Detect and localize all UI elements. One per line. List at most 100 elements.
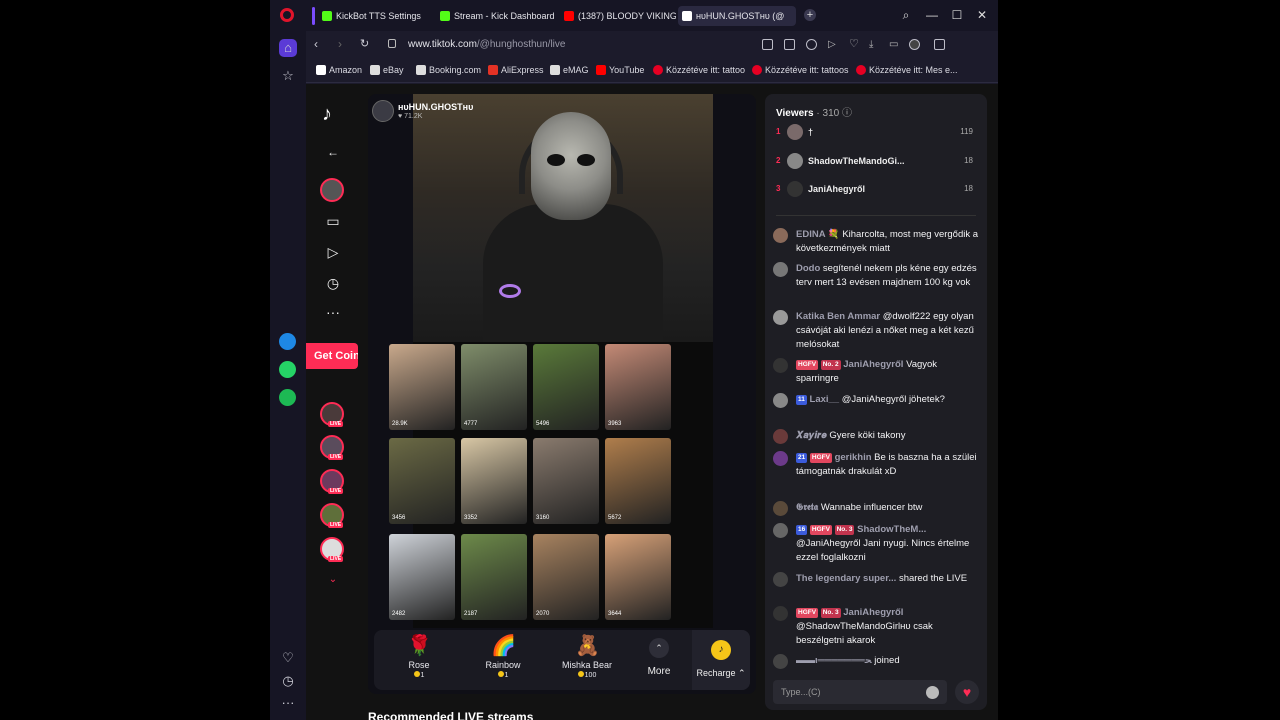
chat-username[interactable]: ▬▬ι═══════ﺤ bbox=[796, 655, 872, 666]
more-icon[interactable]: ··· bbox=[279, 694, 297, 712]
home-icon[interactable]: ⌂ bbox=[279, 39, 297, 57]
avatar[interactable] bbox=[773, 393, 788, 408]
chat-username[interactable]: Dodo bbox=[796, 263, 820, 274]
download-icon[interactable]: ⤓ bbox=[869, 39, 880, 50]
snapshot-icon[interactable]: ▭ bbox=[889, 39, 900, 50]
avatar[interactable] bbox=[773, 606, 788, 621]
recharge-button[interactable]: ♪ Recharge ⌃ bbox=[692, 630, 750, 690]
shield-icon[interactable] bbox=[806, 39, 817, 50]
video-thumbnail[interactable]: 5672 bbox=[605, 438, 671, 524]
chat-username[interactable]: JaniAhegyről bbox=[843, 359, 903, 370]
chat-username[interactable]: The legendary super... bbox=[796, 573, 896, 584]
search-tabs-icon[interactable]: ⌕ bbox=[899, 8, 913, 23]
star-icon[interactable]: ☆ bbox=[279, 67, 297, 85]
streamer-name[interactable]: ʜᴜHUN.GHOSTʜᴜ bbox=[398, 102, 473, 112]
minimize-button[interactable]: — bbox=[925, 8, 939, 22]
video-thumbnail[interactable]: 4777 bbox=[461, 344, 527, 430]
live-play-icon[interactable]: ▷ bbox=[322, 242, 344, 262]
bookmark-emag[interactable]: eMAG bbox=[550, 65, 589, 75]
live-channel-avatar[interactable]: LIVE bbox=[320, 537, 344, 562]
avatar[interactable] bbox=[773, 310, 788, 325]
bookmark-pinterest-2[interactable]: Közzétéve itt: tattoos bbox=[752, 65, 849, 75]
video-thumbnail[interactable]: 3352 bbox=[461, 438, 527, 524]
bookmark-amazon[interactable]: Amazon bbox=[316, 65, 362, 75]
tab-kick-dashboard[interactable]: Stream - Kick Dashboard bbox=[436, 6, 554, 26]
ranking-row[interactable]: 1 † 119 bbox=[776, 124, 981, 142]
history-icon[interactable]: ◷ bbox=[279, 672, 297, 690]
whatsapp-icon[interactable] bbox=[279, 361, 296, 378]
chat-username[interactable]: Katika Ben Ammar bbox=[796, 311, 880, 322]
viewers-heading[interactable]: Viewers · 310 ⓘ bbox=[776, 104, 852, 119]
more-dots-icon[interactable]: ··· bbox=[322, 302, 344, 322]
live-channel-avatar[interactable]: LIVE bbox=[320, 469, 344, 494]
avatar[interactable] bbox=[773, 228, 788, 243]
heart-icon[interactable]: ♡ bbox=[279, 649, 297, 667]
spotify-icon[interactable] bbox=[279, 389, 296, 406]
tiktok-logo-icon[interactable]: ♪ bbox=[322, 102, 344, 126]
camera-icon[interactable] bbox=[784, 39, 795, 50]
bookmark-aliexpress[interactable]: AliExpress bbox=[488, 65, 544, 75]
heart-outline-icon[interactable]: ♡ bbox=[849, 39, 860, 50]
ranking-row[interactable]: 2 ShadowTheMandoGi... 18 bbox=[776, 153, 981, 171]
chevron-down-icon[interactable]: ⌄ bbox=[322, 570, 344, 590]
avatar[interactable] bbox=[773, 451, 788, 466]
bookmark-pinterest-1[interactable]: Közzétéve itt: tattoo bbox=[653, 65, 745, 75]
chat-username[interactable]: 𝑿𝒂𝒚𝒊𝒓𝒆 bbox=[796, 430, 827, 441]
bookmark-booking[interactable]: Booking.com bbox=[416, 65, 481, 75]
chat-username[interactable]: 𝕲𝖗𝖊𝖙𝖆 bbox=[796, 502, 818, 513]
video-thumbnail[interactable]: 3456 bbox=[389, 438, 455, 524]
video-thumbnail[interactable]: 2187 bbox=[461, 534, 527, 620]
chat-username[interactable]: gerikhin bbox=[835, 452, 872, 463]
live-channel-avatar[interactable]: LIVE bbox=[320, 503, 344, 528]
live-video-player[interactable]: ʜᴜHUN.GHOSTʜᴜ ♥ 71.2K 28.9K 4777 5496 3963 3… bbox=[368, 94, 756, 694]
info-icon[interactable]: ⓘ bbox=[842, 108, 852, 119]
reload-icon[interactable]: ↻ bbox=[360, 37, 369, 50]
avatar[interactable] bbox=[773, 654, 788, 669]
emoji-icon[interactable] bbox=[926, 686, 939, 699]
chat-input[interactable]: Type...(C) bbox=[773, 680, 947, 704]
history-icon[interactable]: ◷ bbox=[322, 273, 344, 293]
new-tab-button[interactable]: + bbox=[804, 9, 816, 21]
video-thumbnail[interactable]: 3963 bbox=[605, 344, 671, 430]
avatar[interactable] bbox=[773, 429, 788, 444]
back-arrow-icon[interactable]: ← bbox=[322, 142, 344, 162]
more-gifts-button[interactable]: ⌃ More bbox=[642, 638, 676, 677]
live-channel-avatar[interactable]: LIVE bbox=[320, 402, 344, 427]
video-thumbnail[interactable]: 2070 bbox=[533, 534, 599, 620]
avatar[interactable] bbox=[773, 523, 788, 538]
play-icon[interactable]: ▷ bbox=[828, 39, 839, 50]
video-thumbnail[interactable]: 3160 bbox=[533, 438, 599, 524]
tab-kickbot[interactable]: KickBot TTS Settings bbox=[318, 6, 430, 26]
chat-username[interactable]: Laxi__ bbox=[810, 394, 840, 405]
streamer-avatar[interactable] bbox=[320, 178, 344, 202]
video-thumbnail[interactable]: 5496 bbox=[533, 344, 599, 430]
tab-youtube[interactable]: (1387) BLOODY VIKING S bbox=[560, 6, 676, 26]
get-coins-button[interactable]: Get Coins bbox=[306, 343, 358, 369]
opera-logo-icon[interactable] bbox=[280, 8, 294, 22]
edit-icon[interactable] bbox=[762, 39, 773, 50]
video-thumbnail[interactable]: 2482 bbox=[389, 534, 455, 620]
forward-icon[interactable]: › bbox=[338, 37, 342, 51]
gift-rose[interactable]: 🌹 Rose 1 bbox=[384, 634, 454, 679]
tab-tiktok-active[interactable]: ʜᴜHUN.GHOSTʜᴜ (@ bbox=[678, 6, 796, 26]
bookmark-ebay[interactable]: eBay bbox=[370, 65, 404, 75]
gift-rainbow[interactable]: 🌈 Rainbow 1 bbox=[468, 634, 538, 679]
profile-icon[interactable] bbox=[909, 39, 920, 50]
url-field[interactable]: www.tiktok.com/@hunghosthun/live bbox=[408, 39, 565, 50]
gift-mishka-bear[interactable]: 🧸 Mishka Bear 100 bbox=[552, 634, 622, 679]
live-channel-avatar[interactable]: LIVE bbox=[320, 435, 344, 460]
ranking-row[interactable]: 3 JaniAhegyről 18 bbox=[776, 181, 981, 199]
bookmark-youtube[interactable]: YouTube bbox=[596, 65, 644, 75]
close-button[interactable]: ✕ bbox=[975, 8, 989, 22]
like-heart-button[interactable]: ♥ bbox=[955, 680, 979, 704]
back-icon[interactable]: ‹ bbox=[314, 37, 318, 51]
chat-username[interactable]: JaniAhegyről bbox=[843, 607, 903, 618]
video-thumbnail[interactable]: 3644 bbox=[605, 534, 671, 620]
maximize-button[interactable]: ☐ bbox=[950, 8, 964, 22]
avatar[interactable] bbox=[773, 358, 788, 373]
video-camera-icon[interactable]: ▭ bbox=[322, 211, 344, 231]
video-thumbnail[interactable]: 28.9K bbox=[389, 344, 455, 430]
extensions-icon[interactable] bbox=[934, 39, 945, 50]
messenger-icon[interactable] bbox=[279, 333, 296, 350]
bookmark-pinterest-3[interactable]: Közzétéve itt: Mes e... bbox=[856, 65, 958, 75]
